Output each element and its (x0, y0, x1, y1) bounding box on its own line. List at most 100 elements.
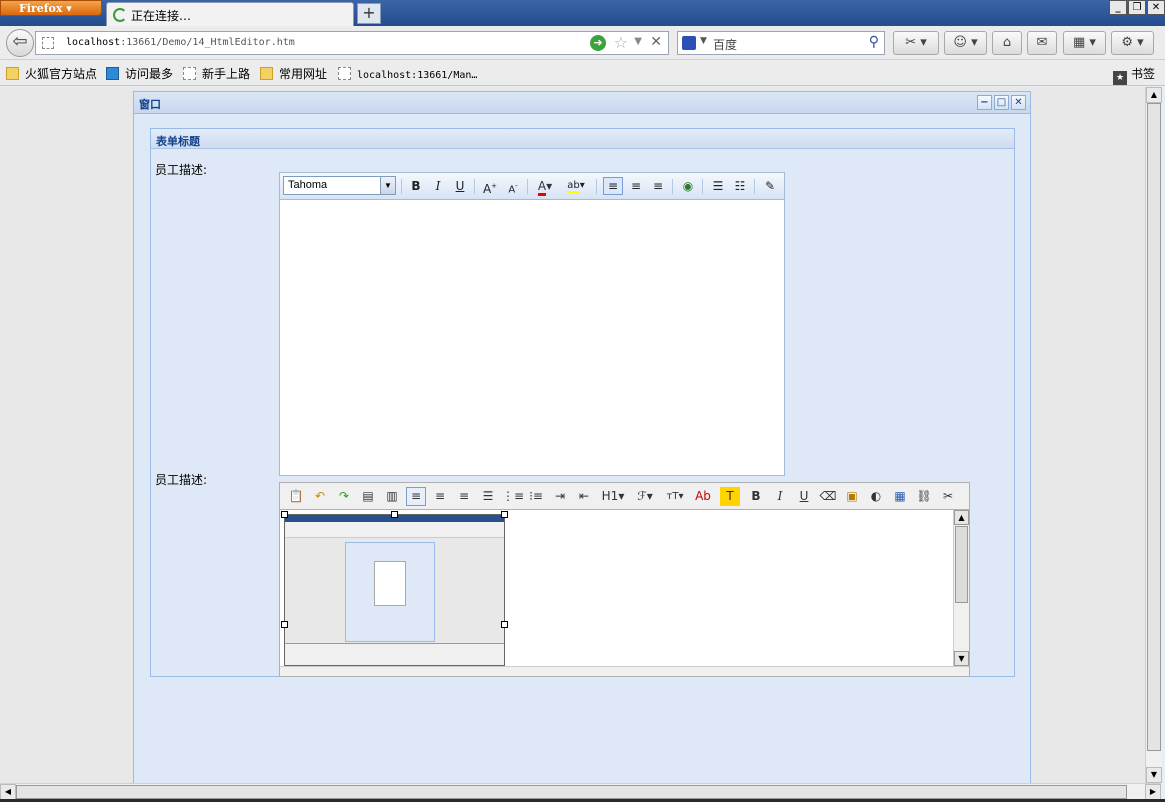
history-dropdown-icon[interactable]: ▼ (634, 36, 642, 47)
undo-icon[interactable]: ↶ (310, 487, 330, 506)
align-center-button[interactable]: ≡ (430, 487, 450, 506)
source-edit-icon[interactable]: ✎ (760, 177, 780, 195)
underline-button[interactable]: U (794, 487, 814, 506)
insert-flash-icon[interactable]: ◐ (866, 487, 886, 506)
align-left-button[interactable]: ≡ (406, 487, 426, 506)
heading-dropdown[interactable]: H1▾ (599, 487, 627, 506)
folder-icon (260, 67, 273, 80)
indent-icon[interactable]: ⇥ (550, 487, 570, 506)
link-icon[interactable]: ◉ (678, 177, 698, 195)
decrease-font-button[interactable]: A- (503, 177, 523, 195)
italic-button[interactable]: I (428, 177, 448, 195)
window-header[interactable]: 窗口 − □ ✕ (134, 92, 1030, 114)
paste-word-icon[interactable]: ▥ (382, 487, 402, 506)
screenshot-tool-button[interactable]: ✂ ▾ (893, 31, 939, 55)
embedded-screenshot-image[interactable] (284, 514, 505, 666)
paste-icon[interactable]: 📋 (286, 487, 306, 506)
bookmark-item[interactable]: 常用网址 (260, 65, 327, 82)
paste-text-icon[interactable]: ▤ (358, 487, 378, 506)
editor-scrollbar[interactable]: ▲ ▼ (953, 510, 969, 666)
field-label: 员工描述: (155, 473, 208, 487)
stop-icon[interactable]: ✕ (650, 34, 662, 50)
link-icon[interactable]: ⛓ (914, 487, 934, 506)
font-color-button[interactable]: A▾ (532, 177, 558, 196)
resize-handle[interactable] (501, 621, 508, 628)
underline-button[interactable]: U (450, 177, 470, 195)
addon-button[interactable]: ☺ ▾ (944, 31, 987, 55)
go-arrow-icon[interactable]: ➜ (590, 35, 606, 51)
bookmarks-menu[interactable]: ★ 书签 (1112, 65, 1155, 85)
search-bar[interactable]: ▼ 百度 ⚲ (677, 31, 885, 55)
editor-content-area[interactable] (280, 510, 953, 666)
scroll-right-icon[interactable]: ▶ (1145, 784, 1161, 800)
highlight-icon[interactable]: T (720, 487, 740, 506)
outdent-icon[interactable]: ⇤ (574, 487, 594, 506)
close-icon[interactable]: ✕ (1147, 0, 1165, 15)
scroll-up-icon[interactable]: ▲ (954, 510, 969, 525)
page-vertical-scrollbar[interactable]: ▲ ▼ (1145, 87, 1162, 783)
unordered-list-icon[interactable]: ⁝≡ (526, 487, 546, 506)
new-tab-button[interactable]: + (357, 3, 381, 24)
italic-button[interactable]: I (770, 487, 790, 506)
insert-table-icon[interactable]: ▦ (890, 487, 910, 506)
resize-handle[interactable] (281, 511, 288, 518)
search-input[interactable]: 百度 (713, 36, 737, 53)
font-family-dropdown[interactable]: ℱ▾ (632, 487, 658, 506)
firefox-menu-button[interactable]: Firefox ▾ (0, 0, 102, 16)
bookmark-item[interactable]: 新手上路 (183, 65, 250, 82)
insert-image-icon[interactable]: ▣ (842, 487, 862, 506)
resize-handle[interactable] (501, 511, 508, 518)
font-size-dropdown[interactable]: тT▾ (662, 487, 688, 506)
tools-button[interactable]: ⚙ ▾ (1111, 31, 1154, 55)
font-family-select[interactable]: Tahoma ▼ (283, 176, 396, 195)
home-button[interactable]: ⌂ (992, 31, 1022, 55)
bold-button[interactable]: B (406, 177, 426, 195)
close-icon[interactable]: ✕ (1011, 95, 1026, 110)
editor-resize-footer[interactable] (280, 666, 969, 676)
increase-font-button[interactable]: A+ (480, 177, 500, 196)
scroll-up-icon[interactable]: ▲ (1146, 87, 1162, 103)
restore-icon[interactable]: ❐ (1128, 0, 1146, 15)
minimize-icon[interactable]: − (977, 95, 992, 110)
maximize-icon[interactable]: □ (994, 95, 1009, 110)
highlight-color-button[interactable]: ab▾ (562, 177, 590, 195)
bookmark-item[interactable]: 访问最多 (106, 65, 173, 82)
bookmark-item[interactable]: 火狐官方站点 (6, 65, 97, 82)
baidu-engine-icon[interactable] (682, 36, 696, 50)
scroll-down-icon[interactable]: ▼ (1146, 767, 1162, 783)
scroll-thumb[interactable] (16, 785, 1127, 799)
ordered-list-icon[interactable]: ☰ (708, 177, 728, 195)
mail-button[interactable]: ✉ (1027, 31, 1057, 55)
align-right-button[interactable]: ≡ (648, 177, 668, 195)
search-icon[interactable]: ⚲ (869, 34, 879, 50)
back-button[interactable]: ⇦ (6, 29, 34, 57)
site-identity-icon[interactable] (42, 37, 54, 49)
ordered-list-icon[interactable]: ⋮≡ (502, 487, 524, 506)
engine-dropdown-icon[interactable]: ▼ (700, 36, 707, 46)
page-horizontal-scrollbar[interactable]: ◀ ▶ (0, 783, 1161, 800)
scroll-thumb[interactable] (955, 526, 968, 603)
justify-button[interactable]: ☰ (478, 487, 498, 506)
url-text[interactable]: localhost:13661/Demo/14_HtmlEditor.htm (66, 37, 295, 48)
align-center-button[interactable]: ≡ (626, 177, 646, 195)
scroll-thumb[interactable] (1147, 103, 1161, 751)
eraser-icon[interactable]: ⌫ (818, 487, 838, 506)
resize-handle[interactable] (391, 511, 398, 518)
align-right-button[interactable]: ≡ (454, 487, 474, 506)
page-content: 窗口 − □ ✕ 表单标题 员工描述: Tahoma ▼ B I U A+ A-… (0, 87, 1145, 783)
tab-current[interactable]: 正在连接… (106, 2, 354, 26)
apps-button[interactable]: ▦ ▾ (1063, 31, 1106, 55)
bookmark-star-icon[interactable]: ☆ (614, 33, 628, 52)
unordered-list-icon[interactable]: ☷ (730, 177, 750, 195)
url-bar[interactable]: localhost:13661/Demo/14_HtmlEditor.htm ➜… (35, 31, 669, 55)
redo-icon[interactable]: ↷ (334, 487, 354, 506)
align-left-button[interactable]: ≡ (603, 177, 623, 195)
scroll-left-icon[interactable]: ◀ (0, 784, 16, 800)
scroll-down-icon[interactable]: ▼ (954, 651, 969, 666)
bookmark-item[interactable]: localhost:13661/Man… (338, 67, 477, 81)
resize-handle[interactable] (281, 621, 288, 628)
unlink-icon[interactable]: ✂ (938, 487, 958, 506)
minimize-icon[interactable]: _ (1109, 0, 1127, 15)
font-color-icon[interactable]: Ab (692, 487, 714, 506)
bold-button[interactable]: B (746, 487, 766, 506)
